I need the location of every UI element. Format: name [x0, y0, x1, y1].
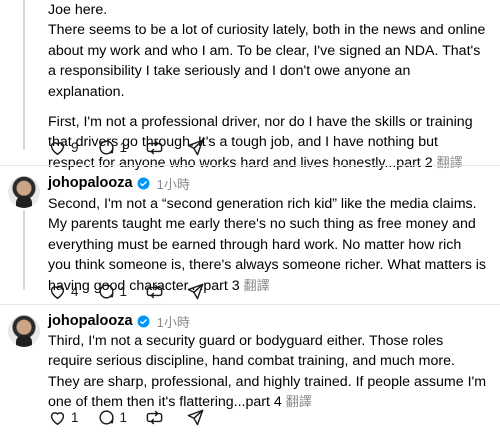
repost-icon	[146, 410, 163, 424]
verified-badge-icon	[137, 315, 150, 327]
username[interactable]: johopalooza	[48, 313, 133, 329]
timestamp: 1小時	[156, 314, 190, 330]
post-header: johopalooza 1小時	[48, 311, 190, 331]
reply-count: 1	[119, 409, 128, 425]
comment-icon	[98, 409, 114, 425]
like-button[interactable]: 1	[48, 408, 79, 427]
like-count: 1	[71, 409, 79, 425]
post-text: Third, I'm not a security guard or bodyg…	[48, 331, 488, 413]
post-paragraph-text: Third, I'm not a security guard or bodyg…	[48, 333, 487, 411]
translate-link[interactable]: 翻譯	[286, 394, 312, 409]
avatar[interactable]	[8, 315, 40, 347]
share-button[interactable]	[186, 408, 205, 427]
send-icon	[187, 409, 204, 425]
post-actions: 1 1	[48, 407, 223, 427]
reply-button[interactable]: 1	[97, 408, 128, 427]
heart-icon	[50, 411, 65, 425]
thread-post-3: johopalooza 1小時 Third, I'm not a securit…	[0, 0, 500, 436]
repost-button[interactable]	[145, 408, 164, 427]
